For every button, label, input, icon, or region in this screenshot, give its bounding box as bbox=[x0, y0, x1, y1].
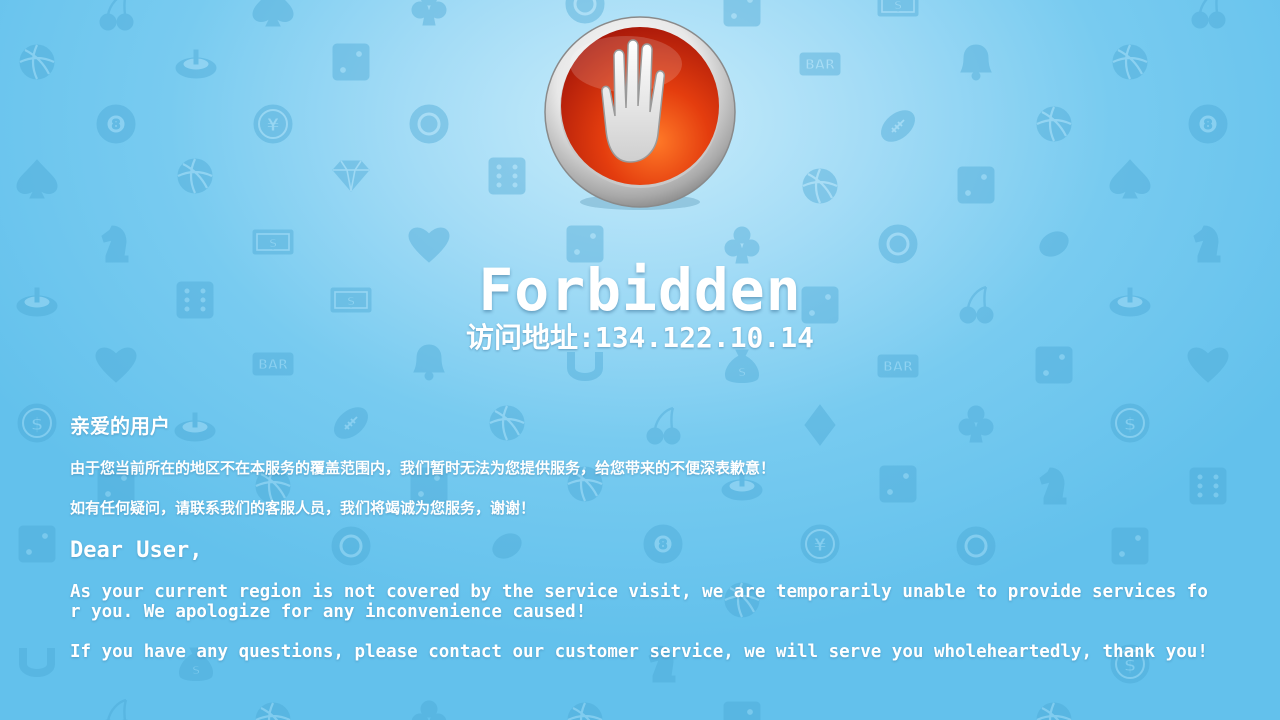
en-greeting: Dear User, bbox=[70, 538, 203, 563]
stop-hand-icon bbox=[544, 16, 736, 210]
cn-message-line-2: 如有任何疑问，请联系我们的客服人员，我们将竭诚为您服务，谢谢！ bbox=[70, 499, 536, 517]
en-message-line-1: As your current region is not covered by… bbox=[70, 582, 1208, 622]
cn-greeting: 亲爱的用户 bbox=[70, 414, 170, 438]
ip-address-line: 访问地址:134.122.10.14 bbox=[465, 321, 814, 354]
en-message-line-2: If you have any questions, please contac… bbox=[70, 642, 1208, 662]
page-title: Forbidden bbox=[478, 256, 802, 324]
cn-message-line-1: 由于您当前所在的地区不在本服务的覆盖范围内，我们暂时无法为您提供服务，给您带来的… bbox=[70, 459, 776, 477]
message-block: 亲爱的用户 由于您当前所在的地区不在本服务的覆盖范围内，我们暂时无法为您提供服务… bbox=[70, 412, 1210, 682]
